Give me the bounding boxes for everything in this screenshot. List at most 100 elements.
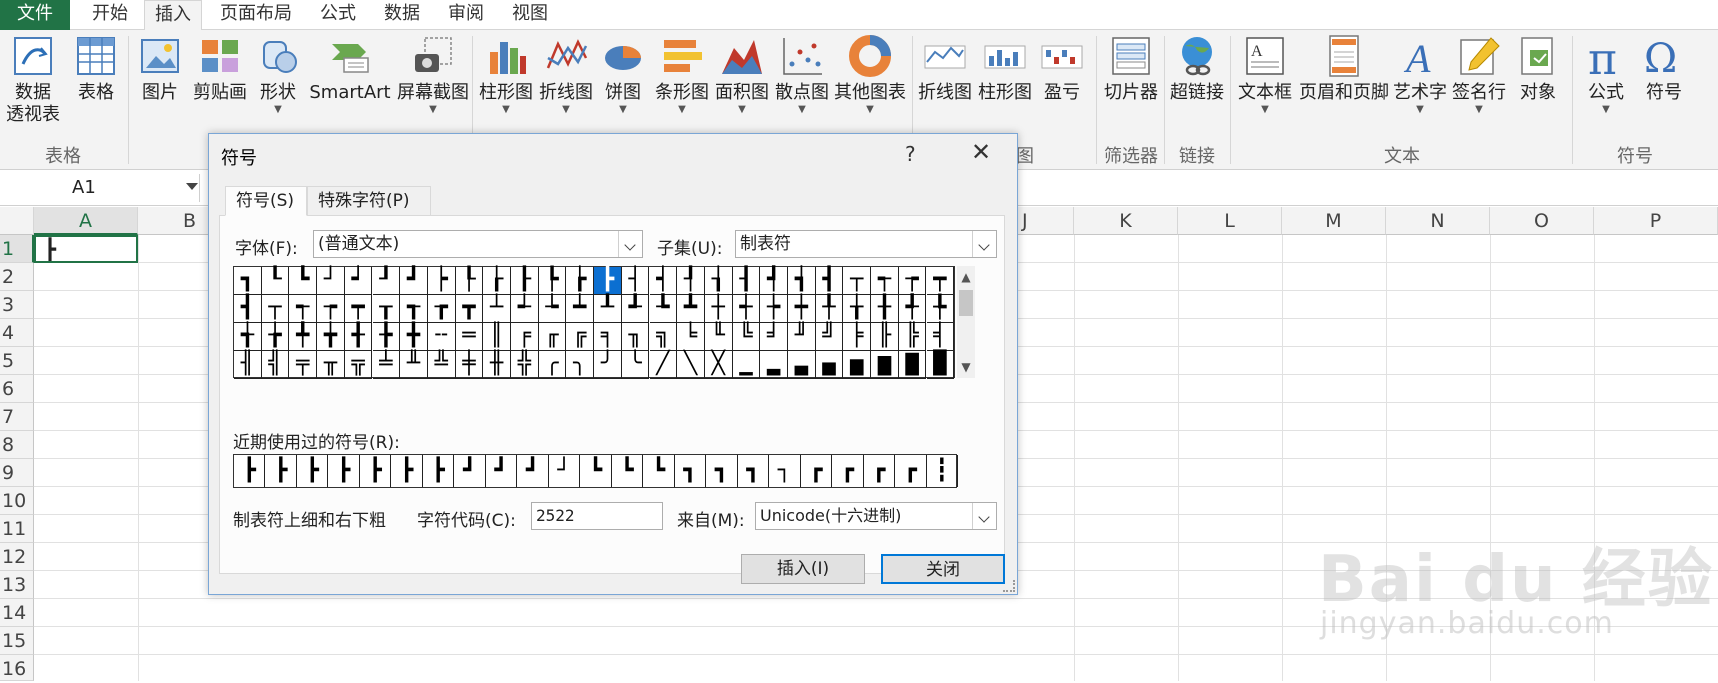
- tab-page-layout[interactable]: 页面布局: [210, 0, 302, 30]
- column-header[interactable]: A: [34, 207, 138, 235]
- line-chart-button[interactable]: 折线图 ▼: [536, 34, 596, 116]
- symbol-cell[interactable]: ┓: [234, 267, 262, 295]
- symbol-cell[interactable]: ┣: [594, 267, 622, 295]
- scrollbar-thumb[interactable]: [959, 290, 973, 316]
- close-button[interactable]: 关闭: [881, 554, 1005, 584]
- clipart-button[interactable]: 剪贴画: [190, 34, 250, 104]
- symbol-cell[interactable]: ╦: [344, 351, 373, 379]
- recent-symbol-cell[interactable]: ┣: [391, 455, 423, 487]
- help-button[interactable]: ?: [905, 142, 916, 166]
- recent-symbol-cell[interactable]: ┏: [895, 455, 927, 487]
- tab-file[interactable]: 文件: [0, 0, 70, 30]
- symbol-cell[interactable]: ┬: [261, 295, 290, 323]
- bar-chart-button[interactable]: 条形图 ▼: [652, 34, 712, 116]
- symbol-cell[interactable]: ╜: [788, 323, 816, 351]
- symbol-cell[interactable]: ▇: [898, 351, 927, 379]
- symbol-cell[interactable]: ┻: [677, 295, 705, 323]
- symbol-cell[interactable]: ┯: [344, 295, 373, 323]
- table-button[interactable]: 表格: [68, 34, 124, 104]
- row-header[interactable]: 1: [0, 235, 34, 263]
- row-header[interactable]: 7: [0, 403, 34, 431]
- symbol-cell[interactable]: ╲: [677, 351, 705, 379]
- smartart-button[interactable]: SmartArt: [308, 34, 392, 104]
- symbol-cell[interactable]: ┦: [677, 267, 705, 295]
- symbol-cell[interactable]: ┮: [898, 267, 927, 295]
- row-header[interactable]: 3: [0, 291, 34, 319]
- picture-button[interactable]: 图片: [134, 34, 186, 104]
- row-header[interactable]: 2: [0, 263, 34, 291]
- symbol-cell[interactable]: ┫: [234, 295, 262, 323]
- symbol-cell[interactable]: ┾: [760, 295, 788, 323]
- symbol-cell[interactable]: ┽: [732, 295, 761, 323]
- symbol-cell[interactable]: ┤: [621, 267, 650, 295]
- recent-symbols[interactable]: ┣ ┣ ┣ ┣ ┣ ┣ ┣ ┛ ┛ ┛ ┘ ┗ ┗ ┗ ┓ ┓ ┓ ┐ ┏ ┏ ┏ ┏ ┇: [233, 454, 958, 488]
- sparkline-column-button[interactable]: 柱形图: [976, 34, 1034, 104]
- symbol-cell[interactable]: ╁: [843, 295, 872, 323]
- header-footer-button[interactable]: 页眉和页脚: [1296, 34, 1392, 104]
- symbol-cell[interactable]: ╘: [677, 323, 705, 351]
- symbol-cell[interactable]: █: [926, 351, 955, 379]
- cell-a1[interactable]: ┣: [34, 235, 138, 263]
- symbol-cell[interactable]: ╟: [871, 323, 899, 351]
- slicer-button[interactable]: 切片器: [1100, 34, 1162, 104]
- recent-symbol-cell[interactable]: ┣: [265, 455, 297, 487]
- symbol-cell[interactable]: ┞: [455, 267, 484, 295]
- insert-button[interactable]: 插入(I): [741, 554, 865, 584]
- row-header[interactable]: 11: [0, 515, 34, 543]
- symbol-cell[interactable]: ╤: [289, 351, 318, 379]
- resize-grip-icon[interactable]: [1003, 580, 1015, 592]
- chevron-down-icon[interactable]: [618, 231, 642, 257]
- equation-button[interactable]: π 公式 ▼: [1578, 34, 1634, 116]
- char-code-input[interactable]: 2522: [531, 502, 663, 530]
- symbol-cell[interactable]: ╕: [594, 323, 622, 351]
- symbol-cell[interactable]: ╃: [898, 295, 927, 323]
- symbol-button[interactable]: Ω 符号: [1636, 34, 1692, 104]
- symbol-cell[interactable]: ╰: [621, 351, 650, 379]
- recent-symbol-cell[interactable]: ┏: [864, 455, 896, 487]
- tab-view[interactable]: 视图: [502, 0, 558, 30]
- symbol-cell[interactable]: ╛: [760, 323, 788, 351]
- symbol-cell[interactable]: ┪: [788, 267, 816, 295]
- screenshot-button[interactable]: 屏幕截图 ▼: [392, 34, 474, 116]
- symbol-cell[interactable]: ┭: [289, 295, 318, 323]
- hyperlink-button[interactable]: 超链接: [1166, 34, 1228, 104]
- row-header[interactable]: 13: [0, 571, 34, 599]
- symbol-cell[interactable]: ┬: [843, 267, 872, 295]
- symbol-cell[interactable]: ┯: [926, 267, 955, 295]
- symbol-cell[interactable]: ╢: [234, 351, 262, 379]
- symbol-cell[interactable]: ▂: [760, 351, 788, 379]
- column-header[interactable]: M: [1282, 207, 1386, 235]
- symbol-cell[interactable]: ┙: [344, 267, 373, 295]
- symbol-cell[interactable]: ┟: [483, 267, 511, 295]
- symbol-cell[interactable]: ╥: [317, 351, 345, 379]
- name-box[interactable]: A1: [0, 174, 200, 202]
- symbol-cell[interactable]: ╡: [926, 323, 955, 351]
- symbol-cell[interactable]: ┚: [372, 267, 401, 295]
- column-chart-button[interactable]: 柱形图 ▼: [476, 34, 536, 116]
- row-header[interactable]: 9: [0, 459, 34, 487]
- symbol-cell[interactable]: ╊: [372, 323, 401, 351]
- symbol-cell[interactable]: ║: [483, 323, 511, 351]
- symbol-cell[interactable]: ┛: [400, 267, 428, 295]
- tab-insert[interactable]: 插入: [144, 0, 202, 31]
- symbol-cell[interactable]: ╖: [621, 323, 650, 351]
- symbol-grid-scrollbar[interactable]: ▲ ▼: [957, 266, 975, 378]
- row-header[interactable]: 14: [0, 599, 34, 627]
- row-header[interactable]: 16: [0, 655, 34, 681]
- symbol-cell[interactable]: ╆: [261, 323, 290, 351]
- symbol-cell[interactable]: ╞: [843, 323, 872, 351]
- wordart-button[interactable]: A 艺术字 ▼: [1392, 34, 1448, 116]
- symbol-cell[interactable]: ╬: [511, 351, 539, 379]
- recent-symbol-cell[interactable]: ┗: [580, 455, 612, 487]
- tab-home[interactable]: 开始: [82, 0, 138, 30]
- symbol-cell[interactable]: ┫: [815, 267, 844, 295]
- recent-symbol-cell[interactable]: ┏: [801, 455, 833, 487]
- symbol-cell[interactable]: ┩: [760, 267, 788, 295]
- symbol-cell[interactable]: ╗: [649, 323, 678, 351]
- tab-formulas[interactable]: 公式: [310, 0, 366, 30]
- recent-symbol-cell[interactable]: ┓: [738, 455, 770, 487]
- close-icon[interactable]: ✕: [971, 138, 991, 166]
- symbol-cell[interactable]: ┡: [538, 267, 567, 295]
- from-select[interactable]: Unicode(十六进制): [755, 502, 997, 530]
- symbol-cell[interactable]: ╪: [455, 351, 484, 379]
